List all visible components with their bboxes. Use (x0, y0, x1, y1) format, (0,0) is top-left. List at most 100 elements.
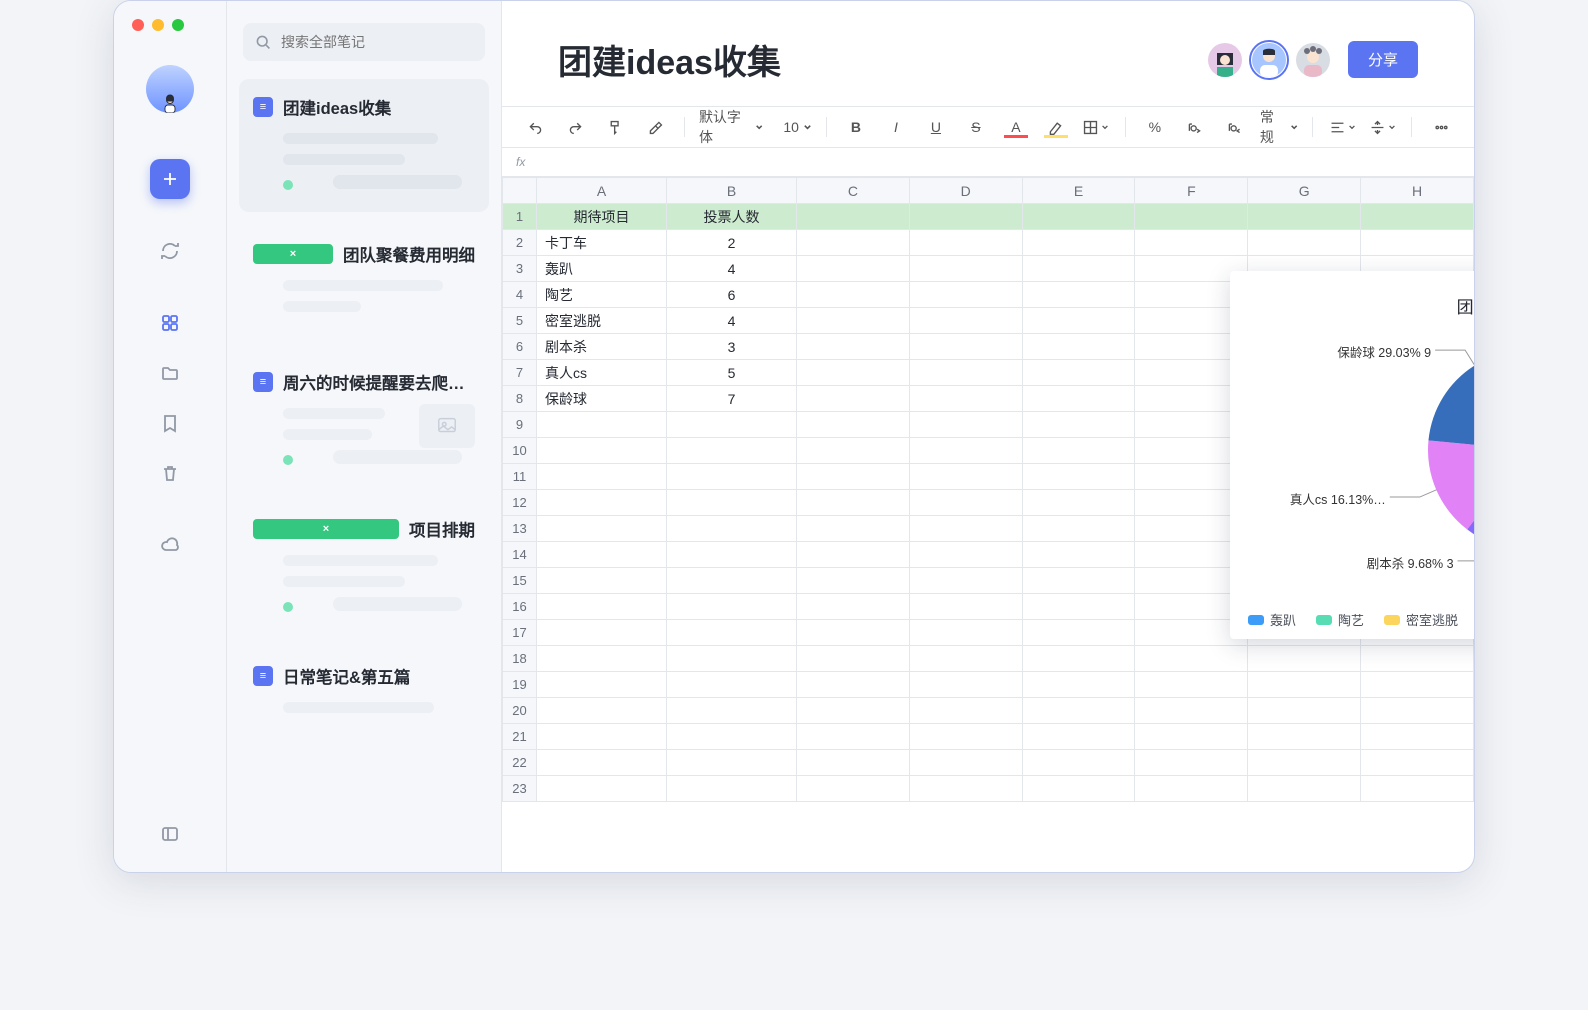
more-button[interactable] (1422, 113, 1460, 141)
cell[interactable]: 投票人数 (667, 204, 797, 230)
collaborator-avatar[interactable] (1208, 43, 1242, 77)
cell[interactable] (797, 698, 910, 724)
select-all-cell[interactable] (503, 178, 537, 204)
cell[interactable] (797, 646, 910, 672)
cell[interactable] (797, 490, 910, 516)
cell[interactable] (1022, 438, 1135, 464)
cell[interactable] (909, 386, 1022, 412)
cell[interactable] (667, 594, 797, 620)
cell[interactable] (1022, 334, 1135, 360)
note-item[interactable]: ≡ 团建ideas收集 (239, 79, 489, 212)
search-input[interactable] (243, 23, 485, 61)
cell[interactable] (1022, 386, 1135, 412)
cell[interactable] (909, 360, 1022, 386)
trash-icon[interactable] (150, 453, 190, 493)
cell[interactable]: 卡丁车 (537, 230, 667, 256)
row-header[interactable]: 9 (503, 412, 537, 438)
cell[interactable] (1361, 698, 1474, 724)
collapse-sidebar-icon[interactable] (150, 814, 190, 854)
cell[interactable] (1022, 594, 1135, 620)
formula-bar[interactable]: fx (502, 148, 1474, 177)
cell[interactable] (667, 516, 797, 542)
cell[interactable] (537, 750, 667, 776)
note-item[interactable]: × 团队聚餐费用明细 (239, 226, 489, 340)
note-item[interactable]: ≡ 日常笔记&第五篇 (239, 648, 489, 741)
cell[interactable] (1022, 464, 1135, 490)
cell[interactable] (1022, 308, 1135, 334)
cell[interactable]: 期待项目 (537, 204, 667, 230)
row-header[interactable]: 17 (503, 620, 537, 646)
legend-item[interactable]: 陶艺 (1316, 610, 1364, 629)
collaborator-avatar[interactable] (1296, 43, 1330, 77)
cell[interactable] (667, 750, 797, 776)
cell[interactable] (797, 516, 910, 542)
cell[interactable] (797, 750, 910, 776)
cell[interactable] (797, 776, 910, 802)
cell[interactable] (1361, 724, 1474, 750)
column-header[interactable]: F (1135, 178, 1248, 204)
cell[interactable]: 陶艺 (537, 282, 667, 308)
cell[interactable] (1248, 776, 1361, 802)
cell[interactable] (1248, 698, 1361, 724)
cell[interactable] (909, 620, 1022, 646)
row-header[interactable]: 4 (503, 282, 537, 308)
cell[interactable]: 4 (667, 308, 797, 334)
row-header[interactable]: 2 (503, 230, 537, 256)
cell[interactable] (1135, 698, 1248, 724)
cell[interactable] (797, 360, 910, 386)
cell[interactable] (667, 698, 797, 724)
cell[interactable] (1022, 750, 1135, 776)
cell[interactable] (667, 620, 797, 646)
maximize-icon[interactable] (172, 19, 184, 31)
column-header[interactable]: H (1361, 178, 1474, 204)
cell[interactable] (537, 542, 667, 568)
row-header[interactable]: 1 (503, 204, 537, 230)
cell[interactable] (1022, 542, 1135, 568)
cell[interactable] (1361, 646, 1474, 672)
column-header[interactable]: A (537, 178, 667, 204)
legend-item[interactable]: 轰趴 (1248, 610, 1296, 629)
cell[interactable] (537, 698, 667, 724)
cell[interactable]: 5 (667, 360, 797, 386)
new-note-button[interactable] (150, 159, 190, 199)
cell[interactable] (797, 230, 910, 256)
column-header[interactable]: G (1248, 178, 1361, 204)
cell[interactable] (797, 334, 910, 360)
cell[interactable] (1022, 776, 1135, 802)
cell[interactable] (1022, 620, 1135, 646)
increase-decimal-button[interactable] (1176, 113, 1214, 141)
cell[interactable] (1135, 750, 1248, 776)
cell[interactable]: 轰趴 (537, 256, 667, 282)
cell[interactable] (909, 308, 1022, 334)
cell[interactable] (667, 776, 797, 802)
cell[interactable]: 保龄球 (537, 386, 667, 412)
cell[interactable] (1135, 672, 1248, 698)
cell[interactable] (1022, 672, 1135, 698)
number-format-select[interactable]: 常规 (1256, 107, 1302, 147)
cell[interactable] (1361, 230, 1474, 256)
cell[interactable] (667, 412, 797, 438)
bold-button[interactable]: B (837, 113, 875, 141)
cell[interactable] (537, 646, 667, 672)
cell[interactable] (1248, 672, 1361, 698)
cell[interactable] (797, 256, 910, 282)
cell[interactable]: 剧本杀 (537, 334, 667, 360)
row-header[interactable]: 15 (503, 568, 537, 594)
cell[interactable] (537, 516, 667, 542)
cell[interactable] (909, 204, 1022, 230)
borders-button[interactable] (1077, 113, 1115, 141)
cell[interactable] (797, 594, 910, 620)
cell[interactable] (1135, 230, 1248, 256)
cell[interactable] (537, 594, 667, 620)
row-header[interactable]: 7 (503, 360, 537, 386)
column-header[interactable]: D (909, 178, 1022, 204)
cell[interactable] (1361, 672, 1474, 698)
column-header[interactable]: C (797, 178, 910, 204)
cell[interactable] (1022, 724, 1135, 750)
row-header[interactable]: 8 (503, 386, 537, 412)
cell[interactable] (1022, 204, 1135, 230)
cell[interactable] (797, 386, 910, 412)
row-header[interactable]: 10 (503, 438, 537, 464)
cell[interactable] (1022, 412, 1135, 438)
cell[interactable] (909, 438, 1022, 464)
